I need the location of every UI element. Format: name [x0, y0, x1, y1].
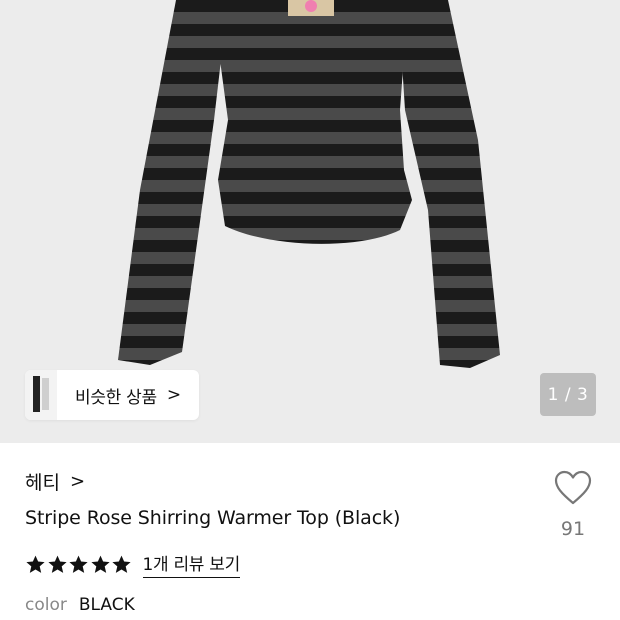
color-label: color: [25, 595, 67, 615]
similar-products-button[interactable]: 비슷한 상품 >: [25, 370, 199, 420]
brand-name: 헤티: [25, 472, 60, 494]
star-icon: [90, 555, 110, 573]
chevron-right-icon: >: [69, 471, 86, 492]
star-icon: [69, 555, 88, 573]
view-reviews-link[interactable]: 1개 리뷰 보기: [142, 550, 240, 578]
star-icon: [26, 555, 45, 573]
similar-products-label: 비슷한 상품: [75, 387, 157, 408]
color-value: BLACK: [78, 595, 135, 615]
star-icon: [112, 555, 131, 573]
image-pager-indicator: 1 / 3: [540, 373, 596, 416]
product-title: Stripe Rose Shirring Warmer Top (Black): [25, 507, 401, 529]
color-option: color BLACK: [25, 595, 135, 615]
heart-icon: [554, 470, 592, 505]
like-button[interactable]: [553, 470, 593, 510]
brand-link[interactable]: 헤티 >: [25, 468, 85, 495]
similar-product-thumbnail: [25, 370, 57, 420]
chevron-right-icon: >: [166, 385, 182, 405]
star-icon: [47, 555, 67, 573]
like-count: 91: [560, 518, 586, 540]
rating-stars: [25, 554, 133, 575]
rating-row: 1개 리뷰 보기: [25, 550, 240, 578]
product-image-carousel[interactable]: 비슷한 상품 > 1 / 3: [0, 0, 620, 443]
